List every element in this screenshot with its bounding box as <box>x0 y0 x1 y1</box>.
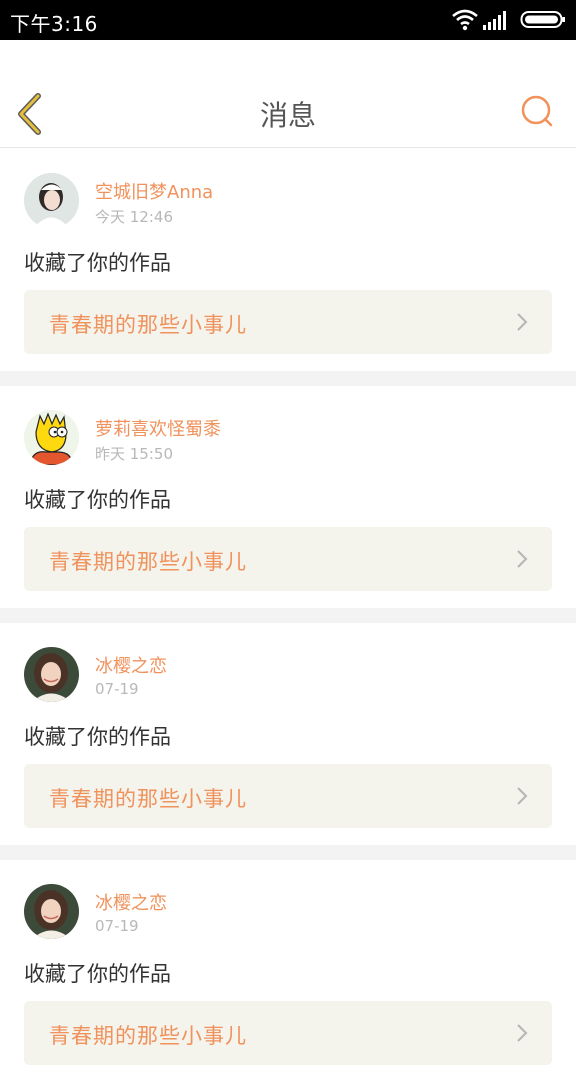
search-button[interactable] <box>520 94 554 128</box>
wifi-icon <box>452 9 478 31</box>
work-title: 青春期的那些小事儿 <box>49 313 247 337</box>
status-bar: 下午3:16 <box>0 0 576 40</box>
message-text: 收藏了你的作品 <box>24 962 171 986</box>
work-link-card[interactable]: 青春期的那些小事儿 <box>24 290 552 354</box>
username[interactable]: 冰樱之恋 <box>95 889 167 915</box>
search-icon <box>521 95 553 127</box>
user-photo-icon <box>24 173 79 228</box>
message-item[interactable]: 空城旧梦Anna 今天 12:46 收藏了你的作品 青春期的那些小事儿 <box>0 149 576 371</box>
avatar[interactable] <box>24 647 79 702</box>
username[interactable]: 冰樱之恋 <box>95 652 167 678</box>
work-title: 青春期的那些小事儿 <box>49 787 247 811</box>
user-photo-icon <box>24 884 79 939</box>
status-time: 下午3:16 <box>10 12 98 36</box>
message-text: 收藏了你的作品 <box>24 725 171 749</box>
avatar[interactable] <box>24 884 79 939</box>
message-item[interactable]: 冰樱之恋 07-19 收藏了你的作品 青春期的那些小事儿 <box>0 623 576 845</box>
message-list[interactable]: 空城旧梦Anna 今天 12:46 收藏了你的作品 青春期的那些小事儿 萝莉喜欢… <box>0 149 576 1082</box>
message-time: 07-19 <box>95 680 139 698</box>
message-time: 07-19 <box>95 917 139 935</box>
cellular-signal-icon <box>483 11 506 30</box>
chevron-right-icon <box>517 787 528 805</box>
page-title: 消息 <box>259 99 316 132</box>
cartoon-character-icon <box>24 410 79 465</box>
username[interactable]: 萝莉喜欢怪蜀黍 <box>95 415 221 441</box>
chevron-right-icon <box>517 550 528 568</box>
app-header: 消息 <box>0 40 576 148</box>
work-link-card[interactable]: 青春期的那些小事儿 <box>24 764 552 828</box>
chevron-right-icon <box>517 1024 528 1042</box>
work-title: 青春期的那些小事儿 <box>49 550 247 574</box>
message-time: 今天 12:46 <box>95 208 173 226</box>
avatar[interactable] <box>24 410 79 465</box>
divider <box>0 845 576 860</box>
message-time: 昨天 15:50 <box>95 445 173 463</box>
work-link-card[interactable]: 青春期的那些小事儿 <box>24 1001 552 1065</box>
avatar[interactable] <box>24 173 79 228</box>
work-title: 青春期的那些小事儿 <box>49 1024 247 1048</box>
username[interactable]: 空城旧梦Anna <box>95 178 213 204</box>
divider <box>0 608 576 623</box>
message-text: 收藏了你的作品 <box>24 488 171 512</box>
user-photo-icon <box>24 647 79 702</box>
battery-icon <box>520 11 565 28</box>
message-item[interactable]: 冰樱之恋 07-19 收藏了你的作品 青春期的那些小事儿 <box>0 860 576 1082</box>
chevron-right-icon <box>517 313 528 331</box>
work-link-card[interactable]: 青春期的那些小事儿 <box>24 527 552 591</box>
divider <box>0 371 576 386</box>
message-text: 收藏了你的作品 <box>24 251 171 275</box>
message-item[interactable]: 萝莉喜欢怪蜀黍 昨天 15:50 收藏了你的作品 青春期的那些小事儿 <box>0 386 576 608</box>
